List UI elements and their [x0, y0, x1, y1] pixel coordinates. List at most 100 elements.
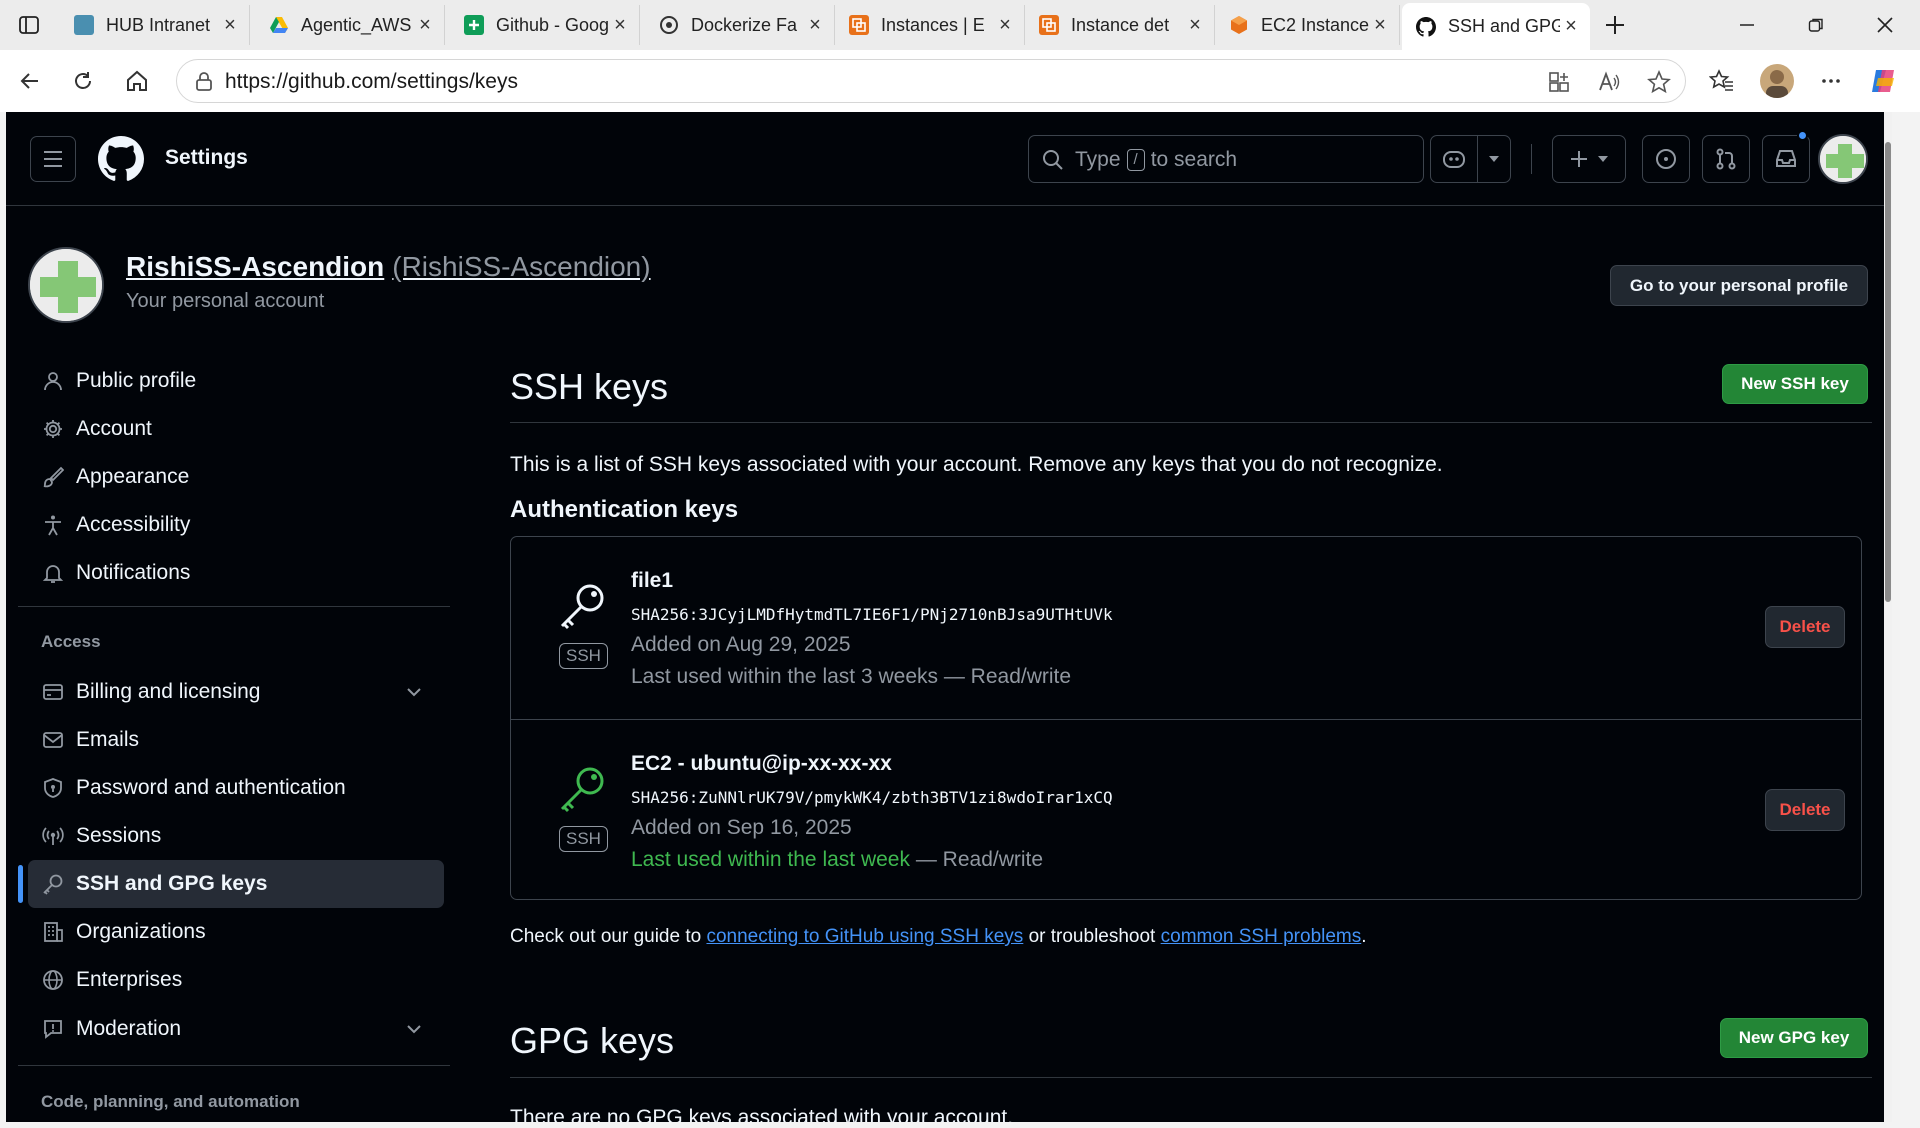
sidebar-item-label: SSH and GPG keys [76, 872, 268, 895]
pull-requests-button[interactable] [1702, 135, 1750, 183]
sidebar-item-account[interactable]: Account [28, 405, 444, 453]
app-available-icon[interactable] [1547, 70, 1571, 94]
sidebar-item-label: Moderation [76, 1017, 182, 1040]
scrollbar-thumb[interactable] [1885, 142, 1891, 602]
notifications-button[interactable] [1762, 135, 1810, 183]
sidebar-item-sessions[interactable]: Sessions [28, 812, 444, 860]
sidebar-item-appearance[interactable]: Appearance [28, 453, 444, 501]
site-info-icon[interactable] [193, 71, 215, 93]
key-icon [560, 767, 604, 813]
github-logo-icon[interactable] [98, 136, 144, 182]
key-icon [40, 871, 66, 897]
key-title: file1 [631, 569, 674, 592]
copilot-icon[interactable] [1868, 66, 1898, 96]
browser-tab[interactable]: Agentic_AWS × [255, 5, 445, 45]
page-scrollbar[interactable] [1884, 112, 1892, 1122]
globe-icon [40, 967, 66, 993]
ssh-keys-title: SSH keys [510, 366, 669, 407]
new-ssh-key-button[interactable]: New SSH key [1722, 364, 1868, 404]
copilot-icon [1443, 151, 1465, 168]
issues-button[interactable] [1642, 135, 1690, 183]
close-tab-icon[interactable]: × [609, 14, 631, 37]
tab-favicon-icon [74, 15, 94, 35]
account-name-link[interactable]: RishiSS-Ascendion (RishiSS-Ascendion) [126, 251, 651, 283]
close-tab-icon[interactable]: × [994, 14, 1016, 37]
favorites-icon[interactable] [1707, 66, 1737, 96]
account-avatar[interactable] [28, 247, 104, 323]
gpg-keys-title: GPG keys [510, 1020, 675, 1061]
close-tab-icon[interactable]: × [804, 14, 826, 37]
sidebar-item-moderation[interactable]: Moderation [28, 1005, 444, 1053]
go-to-profile-button[interactable]: Go to your personal profile [1610, 265, 1868, 306]
close-tab-icon[interactable]: × [1184, 14, 1206, 37]
report-icon [40, 1016, 66, 1042]
git-pull-request-icon [1716, 148, 1736, 170]
search-placeholder: Type / to search [1075, 148, 1237, 172]
header-context-title[interactable]: Settings [165, 146, 248, 170]
home-icon[interactable] [122, 66, 152, 96]
restore-icon[interactable] [1793, 8, 1839, 42]
close-tab-icon[interactable]: × [414, 14, 436, 37]
sidebar-item-password[interactable]: Password and authentication [28, 764, 444, 812]
browser-tab[interactable]: Instance det × [1025, 5, 1215, 45]
chevron-down-icon[interactable] [404, 1019, 424, 1039]
copilot-button[interactable] [1430, 135, 1478, 183]
organization-icon [40, 919, 66, 945]
close-window-icon[interactable] [1862, 8, 1908, 42]
browser-tab[interactable]: Dockerize Fa × [645, 5, 835, 45]
read-aloud-icon[interactable] [1597, 70, 1621, 94]
create-new-button[interactable] [1552, 135, 1626, 183]
delete-key-button[interactable]: Delete [1765, 606, 1845, 648]
inbox-icon [1776, 150, 1796, 167]
sidebar-item-label: Emails [76, 728, 140, 751]
triangle-down-icon [1489, 156, 1499, 162]
sidebar-item-organizations[interactable]: Organizations [28, 908, 444, 956]
close-tab-icon[interactable]: × [219, 14, 241, 37]
key-fingerprint: SHA256:3JCyjLMDfHytmdTL7IE6F1/PNj2710nBJ… [631, 605, 1113, 624]
key-type-badge: SSH [559, 643, 608, 669]
broadcast-icon [40, 823, 66, 849]
favorite-star-icon[interactable] [1647, 69, 1671, 94]
browser-tab[interactable]: EC2 Instance × [1215, 5, 1400, 45]
key-last-used-text: Last used within the last 3 weeks [631, 665, 939, 688]
key-icon [560, 584, 604, 630]
chevron-down-icon[interactable] [404, 682, 424, 702]
key-last-used: Last used within the last week — Read/wr… [631, 848, 1043, 872]
tab-title: SSH and GPG [1448, 16, 1560, 36]
minimize-icon[interactable] [1724, 8, 1770, 42]
browser-tab[interactable]: Github - Google × [450, 5, 640, 45]
sidebar-item-billing[interactable]: Billing and licensing [28, 668, 444, 716]
search-input[interactable]: Type / to search [1028, 135, 1424, 183]
tab-title: Dockerize Fa [691, 14, 798, 35]
browser-profile-avatar[interactable] [1760, 64, 1794, 98]
sidebar-item-public-profile[interactable]: Public profile [28, 357, 444, 405]
new-tab-icon[interactable] [1600, 10, 1630, 40]
sidebar-item-accessibility[interactable]: Accessibility [28, 501, 444, 549]
refresh-icon[interactable] [68, 66, 98, 96]
section-divider [510, 422, 1872, 423]
browser-tab[interactable]: HUB Intranet × [60, 5, 250, 45]
sidebar-item-enterprises[interactable]: Enterprises [28, 956, 444, 1004]
browser-tab[interactable]: Instances | E × [835, 5, 1025, 45]
sidebar-item-ssh-gpg-keys[interactable]: SSH and GPG keys [28, 860, 444, 908]
sidebar-item-notifications[interactable]: Notifications [28, 549, 444, 597]
github-favicon-icon [1416, 16, 1436, 37]
close-tab-icon[interactable]: × [1560, 15, 1582, 38]
copilot-menu-button[interactable] [1477, 135, 1511, 183]
new-gpg-key-button[interactable]: New GPG key [1720, 1018, 1868, 1058]
back-icon[interactable] [15, 66, 45, 96]
sidebar-item-emails[interactable]: Emails [28, 716, 444, 764]
ssh-guide-link[interactable]: connecting to GitHub using SSH keys [706, 926, 1023, 947]
tab-actions-icon[interactable] [14, 10, 44, 40]
close-tab-icon[interactable]: × [1369, 14, 1391, 37]
tab-favicon-icon [1229, 15, 1249, 35]
browser-tab-active[interactable]: SSH and GPG × [1402, 3, 1590, 50]
more-options-icon[interactable] [1816, 66, 1846, 96]
user-avatar[interactable] [1818, 134, 1868, 184]
menu-button[interactable] [30, 136, 76, 182]
ssh-troubleshoot-link[interactable]: common SSH problems [1161, 926, 1362, 947]
key-added-date: Added on Aug 29, 2025 [631, 633, 851, 656]
delete-key-button[interactable]: Delete [1765, 789, 1845, 831]
url-field[interactable]: https://github.com/settings/keys [176, 59, 1686, 103]
key-access-level: — Read/write [910, 848, 1044, 871]
